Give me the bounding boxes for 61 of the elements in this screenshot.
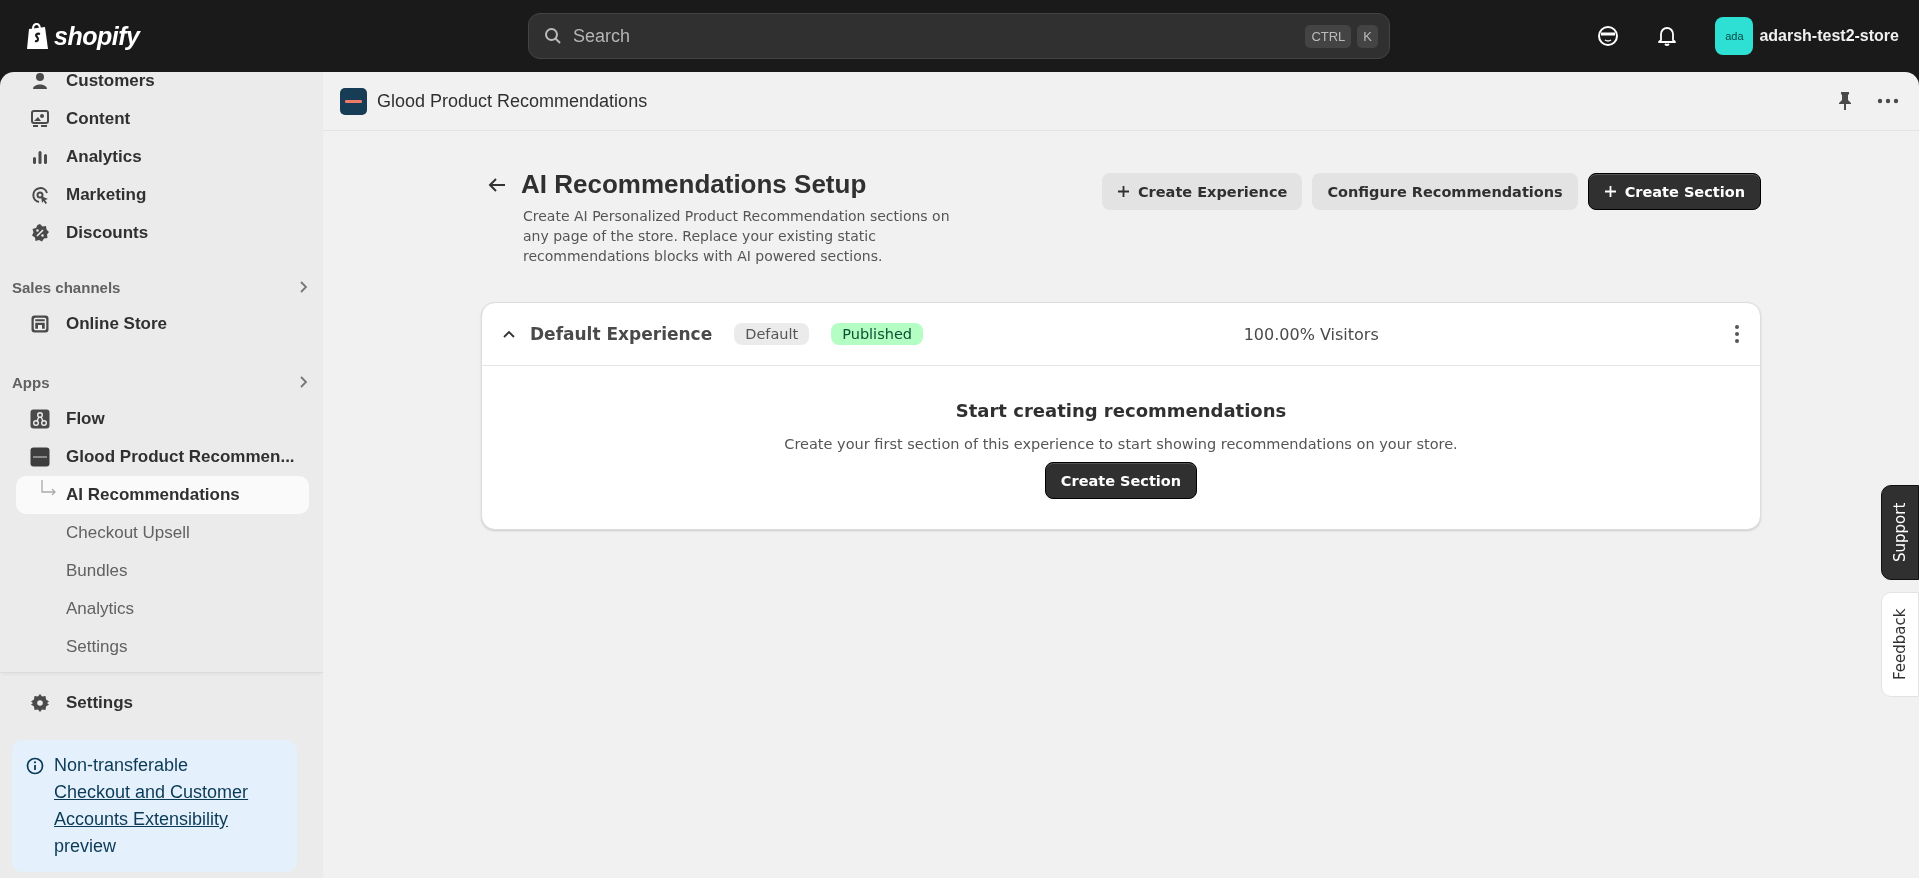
sidebar-item[interactable]: Analytics <box>16 138 309 176</box>
sidebar-item[interactable]: Customers <box>16 72 309 100</box>
person-icon <box>30 72 50 91</box>
discount-icon <box>30 223 50 243</box>
sidebar-item[interactable]: Flow <box>16 400 309 438</box>
face-icon[interactable] <box>1597 25 1620 47</box>
sidebar-item[interactable]: Content <box>16 100 309 138</box>
image-icon <box>30 109 50 129</box>
back-arrow-icon[interactable] <box>487 176 507 193</box>
visitors-share: 100.00% Visitors <box>1243 324 1379 344</box>
more-icon[interactable] <box>1877 98 1899 104</box>
app-title: Glood Product Recommendations <box>377 90 648 112</box>
side-tab[interactable]: Feedback <box>1881 592 1919 697</box>
shortcut-key: CTRL <box>1305 25 1352 48</box>
plus-icon <box>1116 185 1130 198</box>
status-badge: Default <box>734 323 810 345</box>
chevron-right-icon[interactable] <box>299 375 309 389</box>
app-logo-icon <box>340 87 367 115</box>
section-heading: Sales channels <box>12 278 121 296</box>
more-icon[interactable] <box>1734 324 1740 344</box>
sidebar-item[interactable]: Discounts <box>16 214 309 252</box>
shortcut-key: K <box>1357 25 1378 48</box>
app-logo-icon <box>30 447 50 467</box>
pin-icon[interactable] <box>1837 91 1853 111</box>
sidebar-item[interactable]: Online Store <box>16 305 309 343</box>
sidebar-item[interactable]: Settings <box>16 685 323 720</box>
store-avatar[interactable]: ada <box>1715 17 1754 55</box>
sidebar-item[interactable]: Marketing <box>16 176 309 214</box>
gear-icon <box>30 692 50 713</box>
empty-state-title: Start creating recommendations <box>955 400 1287 421</box>
side-tab[interactable]: Support <box>1881 485 1919 580</box>
target-cursor-icon <box>30 185 50 205</box>
sidebar-subitem[interactable]: AI Recommendations <box>16 476 309 514</box>
logo[interactable]: shopify <box>54 21 140 51</box>
store-name[interactable]: adarsh-test2-store <box>1759 27 1899 45</box>
create-section-button[interactable]: Create Section <box>1044 462 1198 499</box>
banner-text: Non-transferable <box>54 754 189 777</box>
status-badge: Published <box>831 323 923 345</box>
empty-state-text: Create your first section of this experience to start showing recommendations on your store. <box>784 436 1458 452</box>
chevron-right-icon[interactable] <box>299 280 309 294</box>
sidebar-subitem[interactable]: Bundles <box>16 552 309 590</box>
action-button[interactable]: Configure Recommendations <box>1312 173 1578 210</box>
shopping-bag-icon <box>26 21 50 51</box>
search-icon <box>544 27 562 45</box>
plus-icon <box>1603 185 1617 198</box>
sidebar-subitem[interactable]: Settings <box>16 628 309 666</box>
page-title: AI Recommendations Setup <box>521 169 867 200</box>
experience-title: Default Experience <box>530 324 713 344</box>
chevron-up-icon[interactable] <box>502 329 516 339</box>
bell-icon[interactable] <box>1657 25 1678 47</box>
banner-text: preview <box>54 835 117 858</box>
storefront-icon <box>30 314 50 334</box>
sidebar-item[interactable]: Glood Product Recommen... <box>16 438 309 476</box>
sidebar-subitem[interactable]: Checkout Upsell <box>16 514 309 552</box>
action-button[interactable]: Create Experience <box>1101 173 1303 210</box>
action-button[interactable]: Create Section <box>1587 173 1761 210</box>
info-icon <box>26 757 44 775</box>
flow-icon <box>30 409 50 429</box>
page-description: Create AI Personalized Product Recommendation sections on any page of the store. Replace your existing static recommendations blocks with AI powered sections. <box>523 207 951 266</box>
section-heading: Apps <box>12 373 50 391</box>
sidebar-subitem[interactable]: Analytics <box>16 590 309 628</box>
